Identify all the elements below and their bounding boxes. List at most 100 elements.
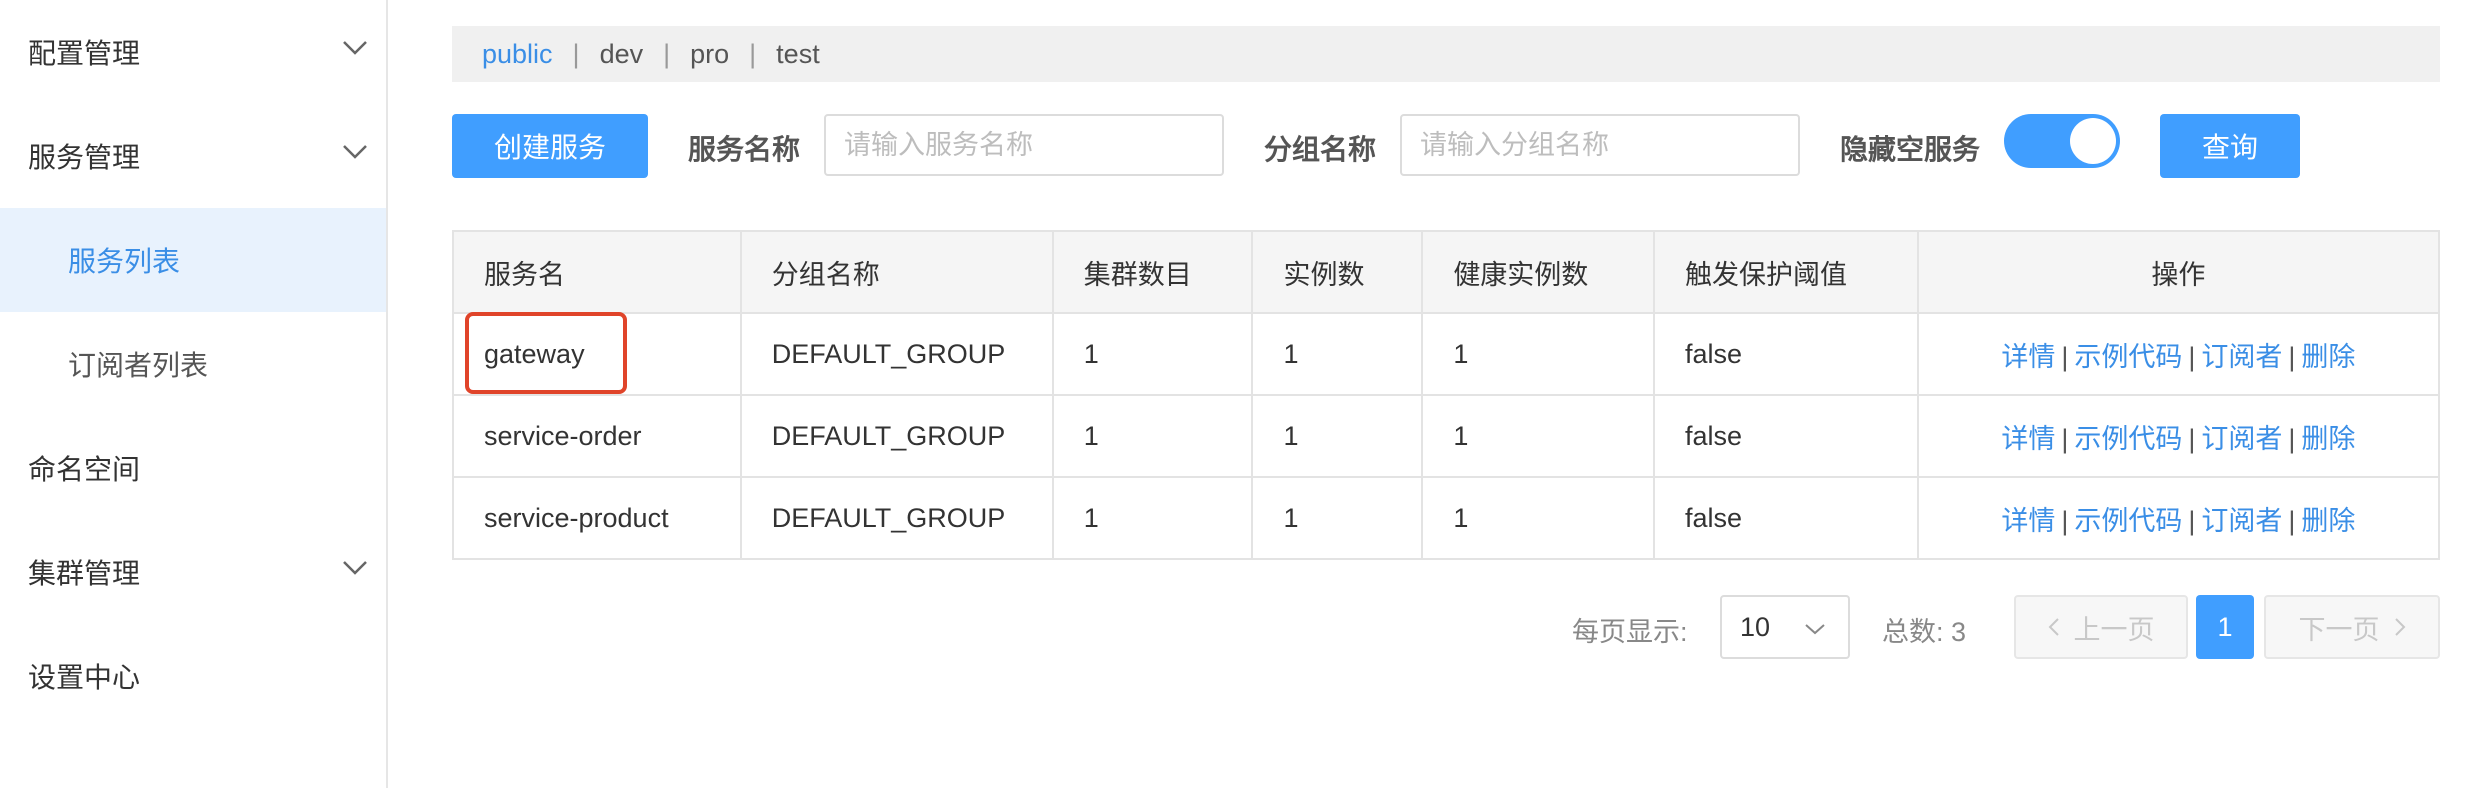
namespace-tab-pro[interactable]: pro bbox=[690, 39, 729, 70]
per-page-value: 10 bbox=[1740, 611, 1771, 642]
cell-cluster-count: 1 bbox=[1051, 476, 1254, 560]
namespace-tab-test[interactable]: test bbox=[776, 39, 820, 70]
sidebar-item-settings-center[interactable]: 设置中心 bbox=[0, 624, 386, 728]
cell-instance-count: 1 bbox=[1251, 394, 1424, 478]
subscribers-link[interactable]: 订阅者 bbox=[2201, 342, 2282, 372]
cell-protect-threshold: false bbox=[1653, 476, 1919, 560]
toggle-knob bbox=[2070, 118, 2116, 164]
table-row: service-product DEFAULT_GROUP 1 1 1 fals… bbox=[452, 476, 2441, 560]
group-name-input[interactable] bbox=[1400, 114, 1800, 176]
delete-link[interactable]: 删除 bbox=[2301, 424, 2355, 454]
detail-link[interactable]: 详情 bbox=[2001, 506, 2055, 536]
subscribers-link[interactable]: 订阅者 bbox=[2201, 424, 2282, 454]
action-separator: | bbox=[2061, 505, 2069, 536]
chevron-down-icon bbox=[343, 145, 367, 159]
sidebar-item-label: 服务管理 bbox=[28, 142, 141, 173]
cell-actions: 详情 | 示例代码 | 订阅者 | 删除 bbox=[1916, 476, 2441, 560]
sample-code-link[interactable]: 示例代码 bbox=[2074, 424, 2182, 454]
cell-service-name: gateway bbox=[452, 312, 742, 396]
subscribers-link[interactable]: 订阅者 bbox=[2201, 506, 2282, 536]
create-service-button[interactable]: 创建服务 bbox=[452, 114, 648, 178]
cell-healthy-count: 1 bbox=[1421, 394, 1656, 478]
detail-link[interactable]: 详情 bbox=[2001, 342, 2055, 372]
table-row: gateway DEFAULT_GROUP 1 1 1 false 详情 | 示例代… bbox=[452, 312, 2441, 396]
sidebar-item-label: 配置管理 bbox=[28, 38, 141, 69]
cell-service-name: service-order bbox=[452, 394, 742, 478]
cell-protect-threshold: false bbox=[1653, 394, 1919, 478]
cell-protect-threshold: false bbox=[1653, 312, 1919, 396]
detail-link[interactable]: 详情 bbox=[2001, 424, 2055, 454]
column-header-protect-threshold: 触发保护阈值 bbox=[1653, 230, 1919, 314]
cell-instance-count: 1 bbox=[1251, 312, 1424, 396]
chevron-left-icon bbox=[2048, 618, 2059, 636]
sidebar-item-label: 命名空间 bbox=[28, 454, 141, 485]
chevron-down-icon bbox=[343, 41, 367, 55]
cell-cluster-count: 1 bbox=[1051, 394, 1254, 478]
sidebar-item-cluster-management[interactable]: 集群管理 bbox=[0, 520, 386, 624]
column-header-cluster-count: 集群数目 bbox=[1051, 230, 1254, 314]
column-header-actions: 操作 bbox=[1916, 230, 2441, 314]
cell-group-name: DEFAULT_GROUP bbox=[739, 394, 1054, 478]
cell-actions: 详情 | 示例代码 | 订阅者 | 删除 bbox=[1916, 312, 2441, 396]
action-separator: | bbox=[2188, 341, 2196, 372]
sidebar-item-service-management[interactable]: 服务管理 bbox=[0, 104, 386, 208]
namespace-separator: | bbox=[663, 38, 671, 69]
column-header-healthy-count: 健康实例数 bbox=[1421, 230, 1656, 314]
cell-group-name: DEFAULT_GROUP bbox=[739, 476, 1054, 560]
delete-link[interactable]: 删除 bbox=[2301, 342, 2355, 372]
sample-code-link[interactable]: 示例代码 bbox=[2074, 342, 2182, 372]
hide-empty-toggle[interactable] bbox=[2004, 114, 2120, 168]
sidebar-item-label: 集群管理 bbox=[28, 558, 141, 589]
column-header-service-name: 服务名 bbox=[452, 230, 742, 314]
sidebar-item-label: 服务列表 bbox=[68, 246, 181, 277]
hide-empty-label: 隐藏空服务 bbox=[1840, 134, 1981, 165]
sidebar-item-namespace[interactable]: 命名空间 bbox=[0, 416, 386, 520]
namespace-separator: | bbox=[749, 38, 757, 69]
namespace-tab-dev[interactable]: dev bbox=[600, 39, 644, 70]
page-button-current[interactable]: 1 bbox=[2196, 595, 2254, 659]
sidebar-item-subscriber-list[interactable]: 订阅者列表 bbox=[0, 312, 386, 416]
sidebar-item-service-list[interactable]: 服务列表 bbox=[0, 208, 386, 312]
cell-instance-count: 1 bbox=[1251, 476, 1424, 560]
query-button[interactable]: 查询 bbox=[2160, 114, 2300, 178]
service-name-input[interactable] bbox=[824, 114, 1224, 176]
cell-healthy-count: 1 bbox=[1421, 476, 1656, 560]
action-separator: | bbox=[2188, 423, 2196, 454]
action-separator: | bbox=[2288, 505, 2296, 536]
group-name-label: 分组名称 bbox=[1264, 134, 1377, 165]
next-page-button[interactable]: 下一页 bbox=[2264, 595, 2440, 659]
cell-cluster-count: 1 bbox=[1051, 312, 1254, 396]
per-page-select[interactable]: 10 bbox=[1720, 595, 1850, 659]
table-row: service-order DEFAULT_GROUP 1 1 1 false … bbox=[452, 394, 2441, 478]
cell-actions: 详情 | 示例代码 | 订阅者 | 删除 bbox=[1916, 394, 2441, 478]
namespace-tab-public[interactable]: public bbox=[482, 39, 553, 70]
cell-group-name: DEFAULT_GROUP bbox=[739, 312, 1054, 396]
action-separator: | bbox=[2288, 423, 2296, 454]
sidebar: 配置管理 服务管理 服务列表 订阅者列表 命名空间 集群管理 设置中心 bbox=[0, 0, 388, 788]
total-count: 总数: 3 bbox=[1882, 617, 1967, 647]
prev-page-button[interactable]: 上一页 bbox=[2014, 595, 2188, 659]
sidebar-item-label: 订阅者列表 bbox=[68, 350, 209, 381]
chevron-down-icon bbox=[1805, 624, 1825, 635]
next-page-label: 下一页 bbox=[2298, 614, 2380, 645]
column-header-group-name: 分组名称 bbox=[739, 230, 1054, 314]
action-separator: | bbox=[2061, 341, 2069, 372]
action-separator: | bbox=[2188, 505, 2196, 536]
cell-healthy-count: 1 bbox=[1421, 312, 1656, 396]
chevron-right-icon bbox=[2394, 618, 2405, 636]
sample-code-link[interactable]: 示例代码 bbox=[2074, 506, 2182, 536]
column-header-instance-count: 实例数 bbox=[1251, 230, 1424, 314]
per-page-label: 每页显示: bbox=[1572, 617, 1688, 647]
cell-service-name: service-product bbox=[452, 476, 742, 560]
service-table: 服务名 分组名称 集群数目 实例数 健康实例数 触发保护阈值 操作 gatewa… bbox=[452, 230, 2441, 560]
sidebar-item-label: 设置中心 bbox=[28, 662, 141, 693]
action-separator: | bbox=[2288, 341, 2296, 372]
sidebar-item-config-management[interactable]: 配置管理 bbox=[0, 0, 386, 104]
prev-page-label: 上一页 bbox=[2073, 614, 2155, 645]
service-name-label: 服务名称 bbox=[688, 134, 801, 165]
table-header-row: 服务名 分组名称 集群数目 实例数 健康实例数 触发保护阈值 操作 bbox=[452, 230, 2441, 314]
action-separator: | bbox=[2061, 423, 2069, 454]
delete-link[interactable]: 删除 bbox=[2301, 506, 2355, 536]
namespace-separator: | bbox=[572, 38, 580, 69]
chevron-down-icon bbox=[343, 561, 367, 575]
